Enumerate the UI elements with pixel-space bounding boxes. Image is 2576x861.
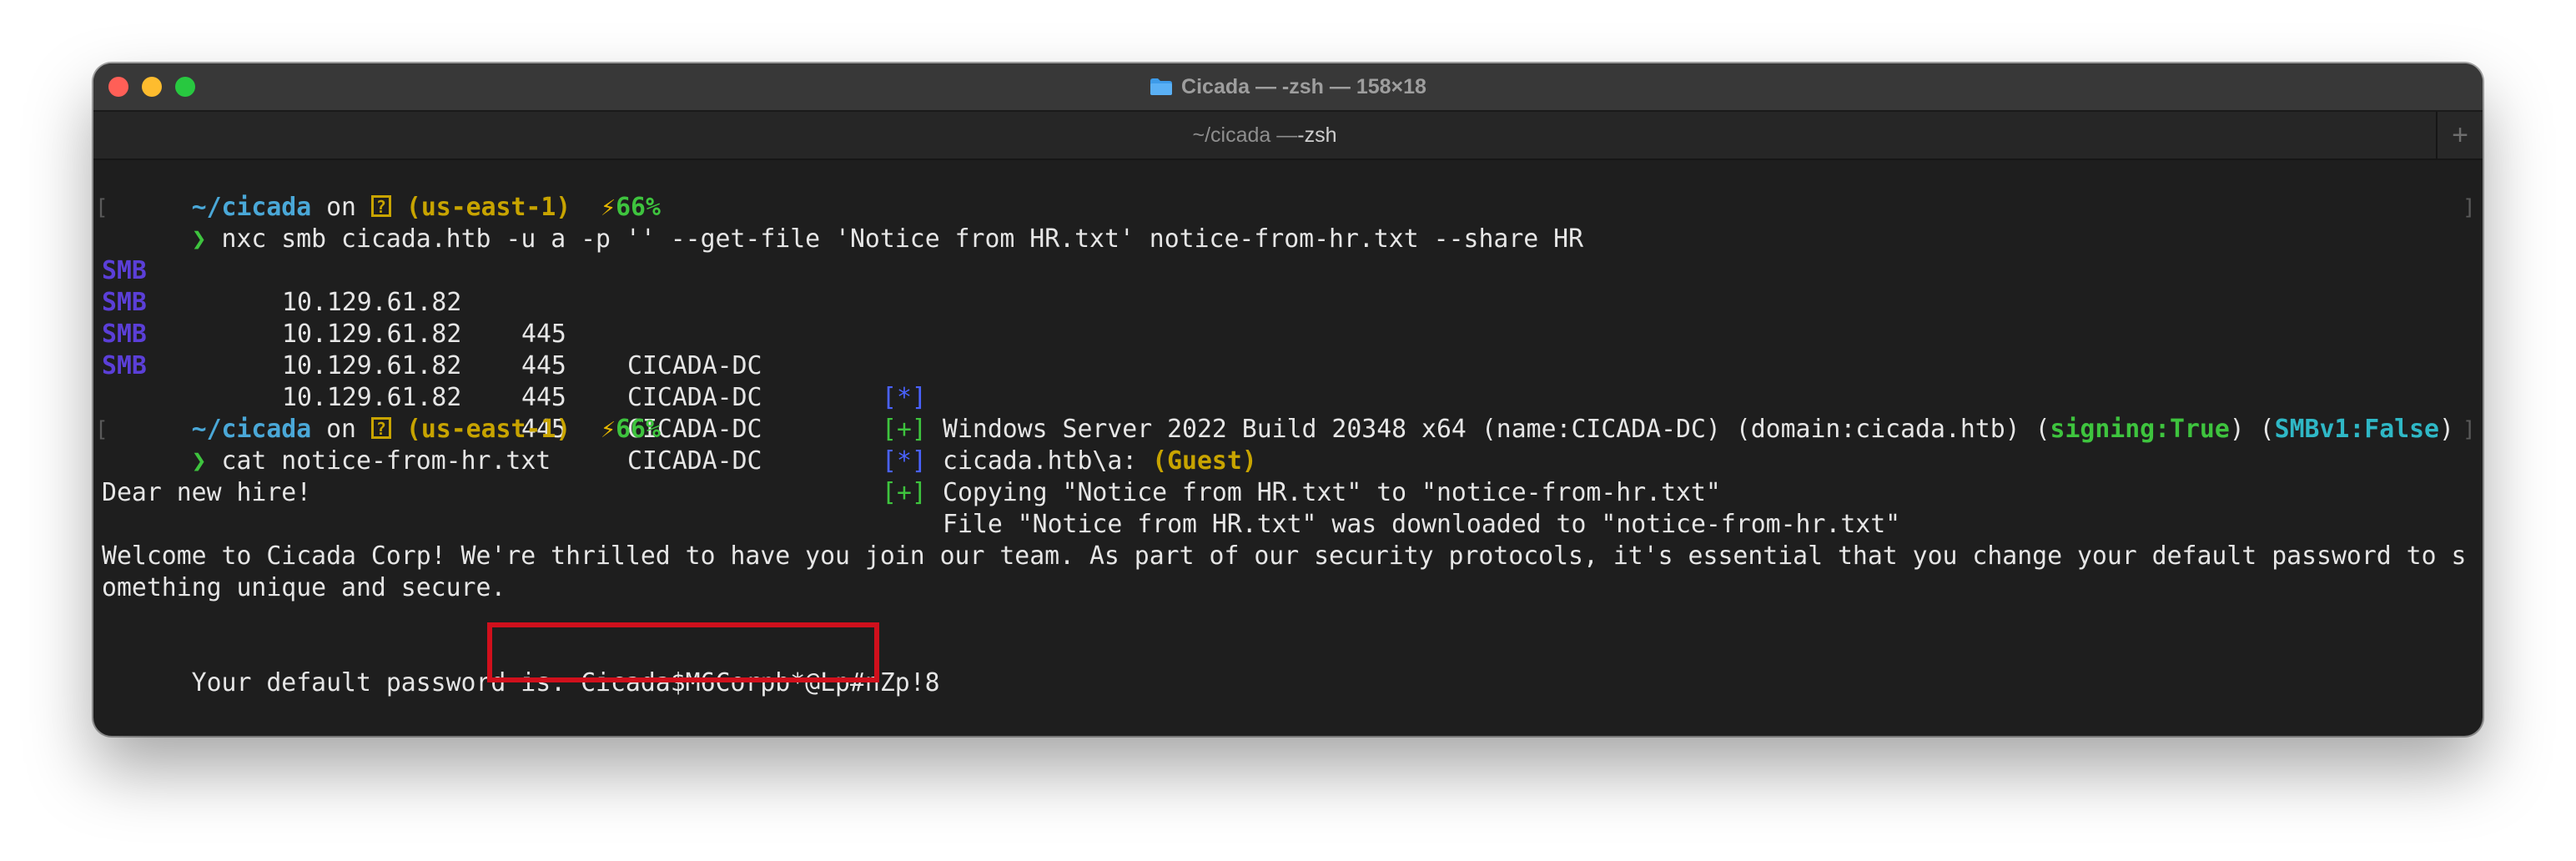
smb-message: Windows Server 2022 Build 20348 x64 (nam… [943,415,2050,444]
smb-message: Copying "Notice from HR.txt" to "notice-… [943,478,1721,507]
tab-bar: ~/cicada — -zsh + [93,112,2483,160]
command-line: ❯ cat notice-from-hr.txt [102,414,551,476]
smb-separator: ) ( [2229,415,2275,444]
smb-message: File "Notice from HR.txt" was downloaded… [943,510,1901,539]
smb-signing: signing:True [2050,415,2230,444]
smb-status: [+] [882,415,927,444]
smb-host: CICADA-DC [627,446,762,476]
folder-icon [1150,78,1173,96]
smb-row: SMB 10.129.61.82 445 CICADA-DC [+] File … [102,319,2474,539]
prompt-chevron: ❯ [191,446,207,476]
file-greeting: Dear new hire! [102,478,312,507]
smb-smbv1: SMBv1:False [2274,415,2439,444]
smb-message: cicada.htb\a: [943,446,1153,476]
tab-path: ~/cicada — [1192,123,1298,147]
smb-status: [*] [882,446,927,476]
password-highlight-box [487,622,879,682]
smb-proto: SMB [102,351,147,380]
smb-port: 445 [521,351,566,380]
prompt-line: ~/cicada on ? (us-east-1) ⚡66% [102,160,661,222]
file-welcome-line-1: Welcome to Cicada Corp! We're thrilled t… [102,541,2467,571]
window-title-text: Cicada — -zsh — 158×18 [1181,74,1426,98]
command-line: ❯ nxc smb cicada.htb -u a -p '' --get-fi… [102,192,1583,254]
smb-guest: (Guest) [1152,446,1257,476]
terminal-output[interactable]: ~/cicada on ? (us-east-1) ⚡66% [ ❯ nxc s… [95,160,2476,731]
right-bracket: ] [2463,417,2476,442]
plus-icon: + [2452,118,2468,151]
tab-zsh[interactable]: ~/cicada — -zsh [93,112,2436,159]
right-bracket: ] [2463,195,2476,220]
battery-icon: ⚡ [601,415,616,444]
title-bar[interactable]: Cicada — -zsh — 158×18 [93,63,2483,112]
smb-host: CICADA-DC [627,351,762,380]
smb-status: [*] [882,383,927,412]
tab-name: -zsh [1297,123,1337,147]
smb-row: SMB 10.129.61.82 445 CICADA-DC [*] Windo… [102,224,2474,444]
command-text: cat notice-from-hr.txt [221,446,551,476]
smb-row: SMB 10.129.61.82 445 CICADA-DC [*] Copyi… [102,287,2474,507]
prompt-line: ~/cicada on ? (us-east-1) ⚡66% [102,382,661,444]
battery-level: 66% [616,415,661,444]
smb-status: [+] [882,478,927,507]
new-tab-button[interactable]: + [2436,112,2483,159]
smb-ip: 10.129.61.82 [282,351,462,380]
terminal-window: Cicada — -zsh — 158×18 ~/cicada — -zsh +… [93,63,2483,736]
smb-row: SMB 10.129.61.82 445 CICADA-DC [+] cicad… [102,255,2474,476]
window-title: Cicada — -zsh — 158×18 [93,63,2483,110]
file-welcome-line-2: omething unique and secure. [102,573,506,602]
smb-end: ) [2438,415,2454,444]
